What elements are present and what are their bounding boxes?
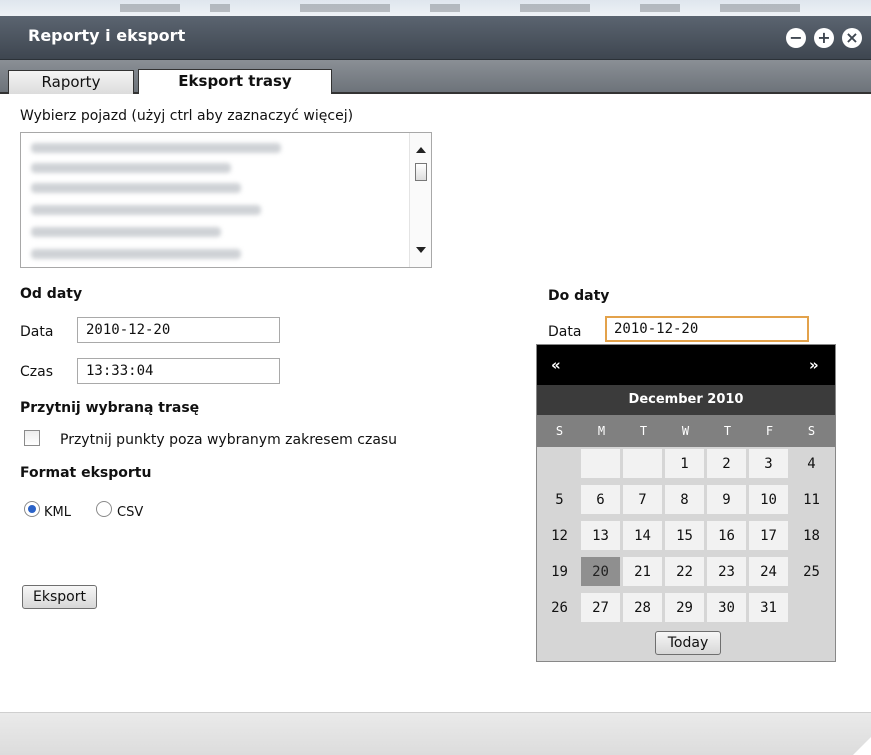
calendar-day[interactable]: 25 [791,557,832,588]
tab-eksport-trasy[interactable]: Eksport trasy [138,69,332,95]
list-item[interactable] [31,227,221,237]
calendar-empty-cell [791,593,832,624]
scroll-up-icon[interactable] [416,147,426,153]
from-date-label: Data [20,324,54,340]
calendar-day[interactable]: 3 [749,449,790,480]
format-csv-label[interactable]: CSV [117,505,143,520]
calendar-day[interactable]: 5 [539,485,580,516]
calendar-day[interactable]: 31 [749,593,790,624]
vehicle-listbox[interactable] [20,132,432,268]
export-button[interactable]: Eksport [22,585,97,609]
calendar-day[interactable]: 17 [749,521,790,552]
weekday-label: S [807,424,816,438]
resize-grip-icon[interactable] [853,737,871,755]
vehicle-select-label: Wybierz pojazd (użyj ctrl aby zaznaczyć … [20,108,354,124]
calendar-day[interactable]: 20 [581,557,622,588]
from-time-label: Czas [20,364,53,380]
background-page-strip [0,0,871,16]
calendar-day[interactable]: 24 [749,557,790,588]
list-item[interactable] [31,205,261,215]
calendar-day[interactable]: 28 [623,593,664,624]
calendar-day[interactable]: 23 [707,557,748,588]
next-month-icon[interactable]: » [809,356,819,374]
maximize-icon[interactable]: + [814,28,834,48]
calendar-day[interactable]: 7 [623,485,664,516]
calendar-day[interactable]: 9 [707,485,748,516]
format-kml-label[interactable]: KML [44,505,71,520]
weekday-label: F [765,424,774,438]
minimize-icon[interactable]: − [786,28,806,48]
scroll-down-icon[interactable] [416,247,426,253]
scroll-thumb[interactable] [415,163,427,181]
to-date-heading: Do daty [548,288,610,304]
date-picker: « » December 2010 S M T W T F S 12345678… [536,344,836,662]
calendar-day[interactable]: 14 [623,521,664,552]
list-item[interactable] [31,143,281,153]
list-item[interactable] [31,183,241,193]
calendar-header: « » [537,345,835,385]
calendar-day[interactable]: 10 [749,485,790,516]
tab-bar: Raporty Eksport trasy [0,60,871,95]
calendar-day[interactable]: 15 [665,521,706,552]
calendar-day[interactable]: 27 [581,593,622,624]
calendar-day[interactable]: 30 [707,593,748,624]
to-date-label: Data [548,324,582,340]
list-item[interactable] [31,249,241,259]
calendar-day[interactable]: 21 [623,557,664,588]
calendar-day[interactable]: 8 [665,485,706,516]
close-icon[interactable]: × [842,28,862,48]
format-heading: Format eksportu [20,465,152,481]
window-titlebar[interactable]: Reporty i eksport − + × [0,16,871,60]
calendar-empty-cell [581,449,622,480]
listbox-scrollbar[interactable] [409,133,431,267]
calendar-day[interactable]: 16 [707,521,748,552]
weekday-label: M [597,424,606,438]
from-date-input[interactable]: 2010-12-20 [77,317,280,343]
calendar-day[interactable]: 12 [539,521,580,552]
window-footer [0,712,871,755]
from-time-input[interactable]: 13:33:04 [77,358,280,384]
weekday-label: W [681,424,690,438]
list-item[interactable] [31,163,231,173]
calendar-day[interactable]: 22 [665,557,706,588]
trim-checkbox[interactable] [24,430,40,446]
calendar-day[interactable]: 11 [791,485,832,516]
tab-raporty[interactable]: Raporty [8,70,134,94]
to-date-input[interactable]: 2010-12-20 [605,316,809,342]
calendar-empty-cell [623,449,664,480]
calendar-day[interactable]: 19 [539,557,580,588]
calendar-weekday-row: S M T W T F S [537,415,835,447]
weekday-label: T [723,424,732,438]
format-kml-radio[interactable] [24,501,40,517]
weekday-label: T [639,424,648,438]
today-button[interactable]: Today [655,631,721,655]
from-date-heading: Od daty [20,286,83,302]
calendar-day[interactable]: 2 [707,449,748,480]
calendar-day[interactable]: 6 [581,485,622,516]
window-title: Reporty i eksport [28,26,186,45]
calendar-day[interactable]: 26 [539,593,580,624]
calendar-empty-cell [539,449,580,480]
trim-heading: Przytnij wybraną trasę [20,400,200,416]
format-csv-radio[interactable] [96,501,112,517]
calendar-day[interactable]: 1 [665,449,706,480]
weekday-label: S [555,424,564,438]
prev-month-icon[interactable]: « [551,356,561,374]
calendar-day[interactable]: 29 [665,593,706,624]
calendar-day[interactable]: 4 [791,449,832,480]
calendar-day[interactable]: 18 [791,521,832,552]
calendar-month-title: December 2010 [537,385,835,415]
calendar-day[interactable]: 13 [581,521,622,552]
trim-checkbox-label[interactable]: Przytnij punkty poza wybranym zakresem c… [60,432,397,448]
